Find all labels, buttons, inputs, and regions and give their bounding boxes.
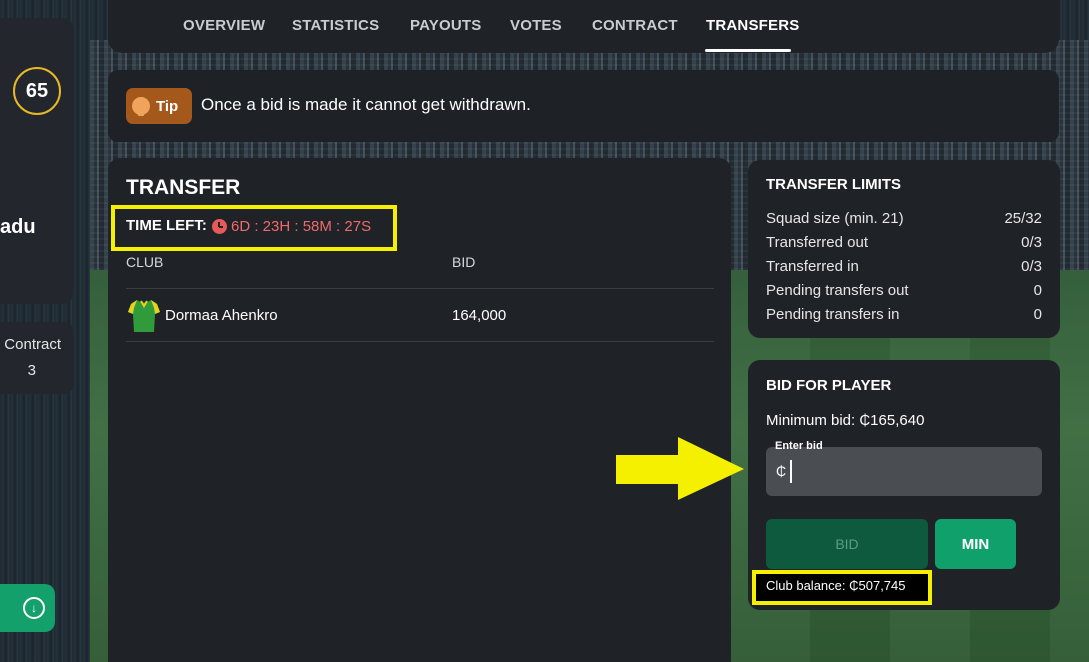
currency-prefix: ₵ bbox=[776, 463, 787, 479]
limit-label: Transferred in bbox=[766, 258, 859, 275]
limit-row: Transferred out 0/3 bbox=[766, 234, 1042, 251]
limit-value: 0 bbox=[1033, 282, 1042, 299]
limit-row: Pending transfers in 0 bbox=[766, 306, 1042, 323]
limit-value: 0/3 bbox=[1021, 234, 1042, 251]
bid-panel-title: BID FOR PLAYER bbox=[766, 377, 892, 394]
tab-contract[interactable]: CONTRACT bbox=[592, 17, 678, 34]
time-left-value: 6D : 23H : 58M : 27S bbox=[231, 218, 372, 235]
limit-value: 0 bbox=[1033, 306, 1042, 323]
table-divider bbox=[126, 288, 714, 289]
arrow-right-icon bbox=[616, 437, 744, 500]
limit-label: Pending transfers out bbox=[766, 282, 909, 299]
player-card bbox=[0, 18, 74, 304]
table-divider bbox=[126, 341, 714, 342]
active-tab-indicator bbox=[705, 49, 791, 52]
time-left-label: TIME LEFT: bbox=[126, 217, 207, 234]
download-icon: ↓ bbox=[23, 597, 45, 619]
limit-label: Transferred out bbox=[766, 234, 868, 251]
bid-button[interactable]: BID bbox=[766, 519, 928, 569]
min-button[interactable]: MIN bbox=[935, 519, 1016, 569]
tip-text: Once a bid is made it cannot get withdra… bbox=[201, 95, 531, 114]
download-button[interactable]: ↓ bbox=[0, 584, 55, 632]
table-row-bid: 164,000 bbox=[452, 307, 507, 324]
contract-label: Contract bbox=[4, 336, 61, 353]
limit-row: Squad size (min. 21) 25/32 bbox=[766, 210, 1042, 227]
tip-badge-label: Tip bbox=[156, 97, 179, 115]
player-name: adu bbox=[0, 216, 36, 238]
club-balance: Club balance: ₵507,745 bbox=[766, 578, 906, 593]
column-header-bid: BID bbox=[452, 254, 476, 270]
bid-input[interactable] bbox=[766, 447, 1042, 496]
limit-row: Pending transfers out 0 bbox=[766, 282, 1042, 299]
tab-votes[interactable]: VOTES bbox=[510, 17, 562, 34]
lightbulb-icon bbox=[132, 97, 150, 116]
limit-row: Transferred in 0/3 bbox=[766, 258, 1042, 275]
transfer-title: TRANSFER bbox=[126, 176, 241, 199]
transfer-limits-title: TRANSFER LIMITS bbox=[766, 176, 901, 193]
jersey-icon bbox=[128, 300, 160, 332]
minimum-bid-text: Minimum bid: ₵165,640 bbox=[766, 412, 925, 429]
table-row-club[interactable]: Dormaa Ahenkro bbox=[165, 307, 278, 324]
limit-value: 25/32 bbox=[1004, 210, 1042, 227]
contract-value: 3 bbox=[27, 362, 36, 379]
player-rating: 65 bbox=[13, 67, 61, 115]
bid-input-label: Enter bid bbox=[775, 440, 823, 452]
tip-badge: Tip bbox=[126, 88, 192, 124]
limit-value: 0/3 bbox=[1021, 258, 1042, 275]
column-header-club: CLUB bbox=[126, 254, 164, 270]
tab-payouts[interactable]: PAYOUTS bbox=[410, 17, 481, 34]
tab-transfers[interactable]: TRANSFERS bbox=[706, 17, 799, 34]
clock-icon bbox=[212, 219, 227, 234]
contract-card bbox=[0, 322, 74, 394]
tab-statistics[interactable]: STATISTICS bbox=[292, 17, 379, 34]
text-caret bbox=[790, 460, 792, 483]
limit-label: Squad size (min. 21) bbox=[766, 210, 904, 227]
limit-label: Pending transfers in bbox=[766, 306, 900, 323]
tab-overview[interactable]: OVERVIEW bbox=[183, 17, 265, 34]
